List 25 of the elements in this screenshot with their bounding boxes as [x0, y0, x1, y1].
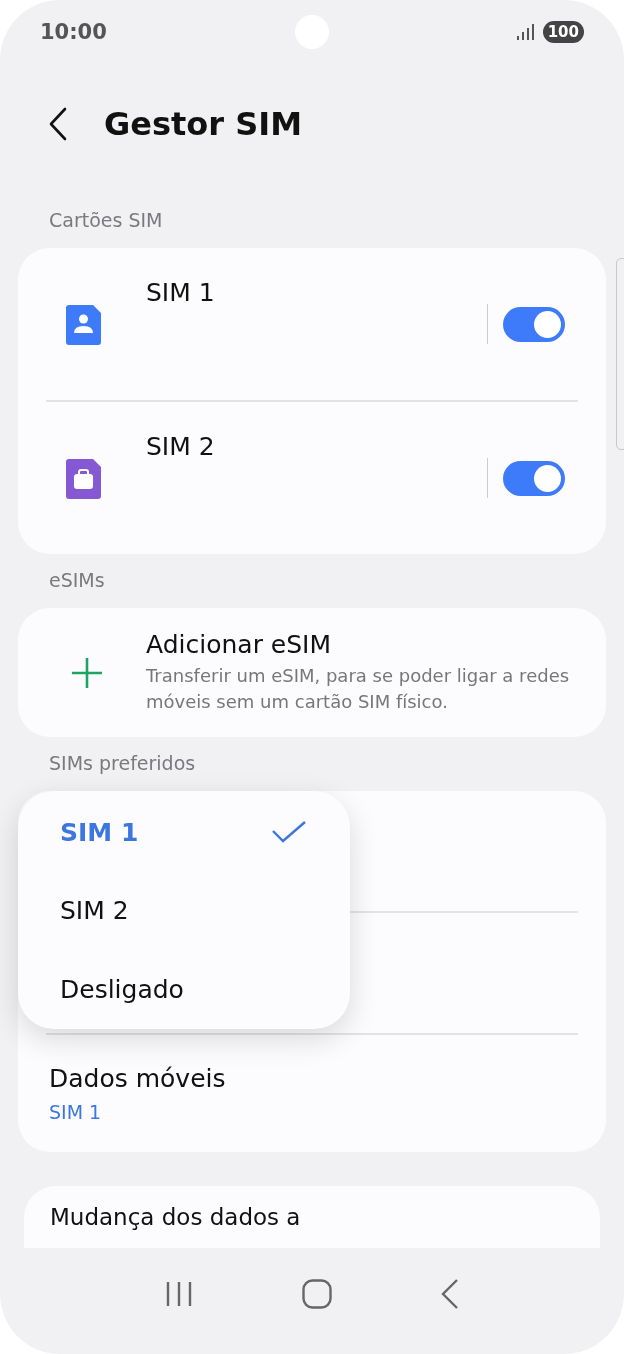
- sim-toggle[interactable]: [503, 307, 565, 342]
- plus-icon: [71, 656, 103, 689]
- recent-apps-icon[interactable]: [164, 1281, 193, 1307]
- sim-toggle[interactable]: [503, 461, 565, 496]
- status-time: 10:00: [40, 20, 107, 44]
- section-label: eSIMs: [48, 568, 106, 593]
- menu-option[interactable]: SIM 1: [18, 793, 350, 871]
- add-esim-description: Transferir um eSIM, para se poder ligar a redes móveis sem um cartão SIM físico.: [146, 664, 571, 714]
- add-esim-item[interactable]: Adicionar eSIM Transferir um eSIM, para se poder ligar a redes móveis sem um cartão SIM físico.: [18, 608, 606, 737]
- sim-name: SIM 1: [146, 278, 216, 307]
- signal-icon: [516, 24, 535, 40]
- menu-option[interactable]: SIM 2: [18, 871, 350, 949]
- home-icon[interactable]: [302, 1279, 332, 1309]
- section-label: SIMs preferidos: [48, 751, 197, 776]
- add-esim-title: Adicionar eSIM: [146, 630, 333, 659]
- setting-value: SIM 1: [49, 1101, 103, 1123]
- page-title: Gestor SIM: [104, 105, 302, 143]
- section-label: Cartões SIM: [48, 208, 164, 233]
- check-icon: [272, 821, 306, 843]
- settings-item[interactable]: Mudança dos dados a: [24, 1186, 600, 1248]
- setting-title[interactable]: Dados móveis: [49, 1064, 578, 1093]
- sim-name: SIM 2: [146, 432, 216, 461]
- menu-option[interactable]: Desligado: [18, 949, 350, 1029]
- battery-level: 100: [542, 21, 584, 43]
- back-icon[interactable]: [441, 1279, 460, 1309]
